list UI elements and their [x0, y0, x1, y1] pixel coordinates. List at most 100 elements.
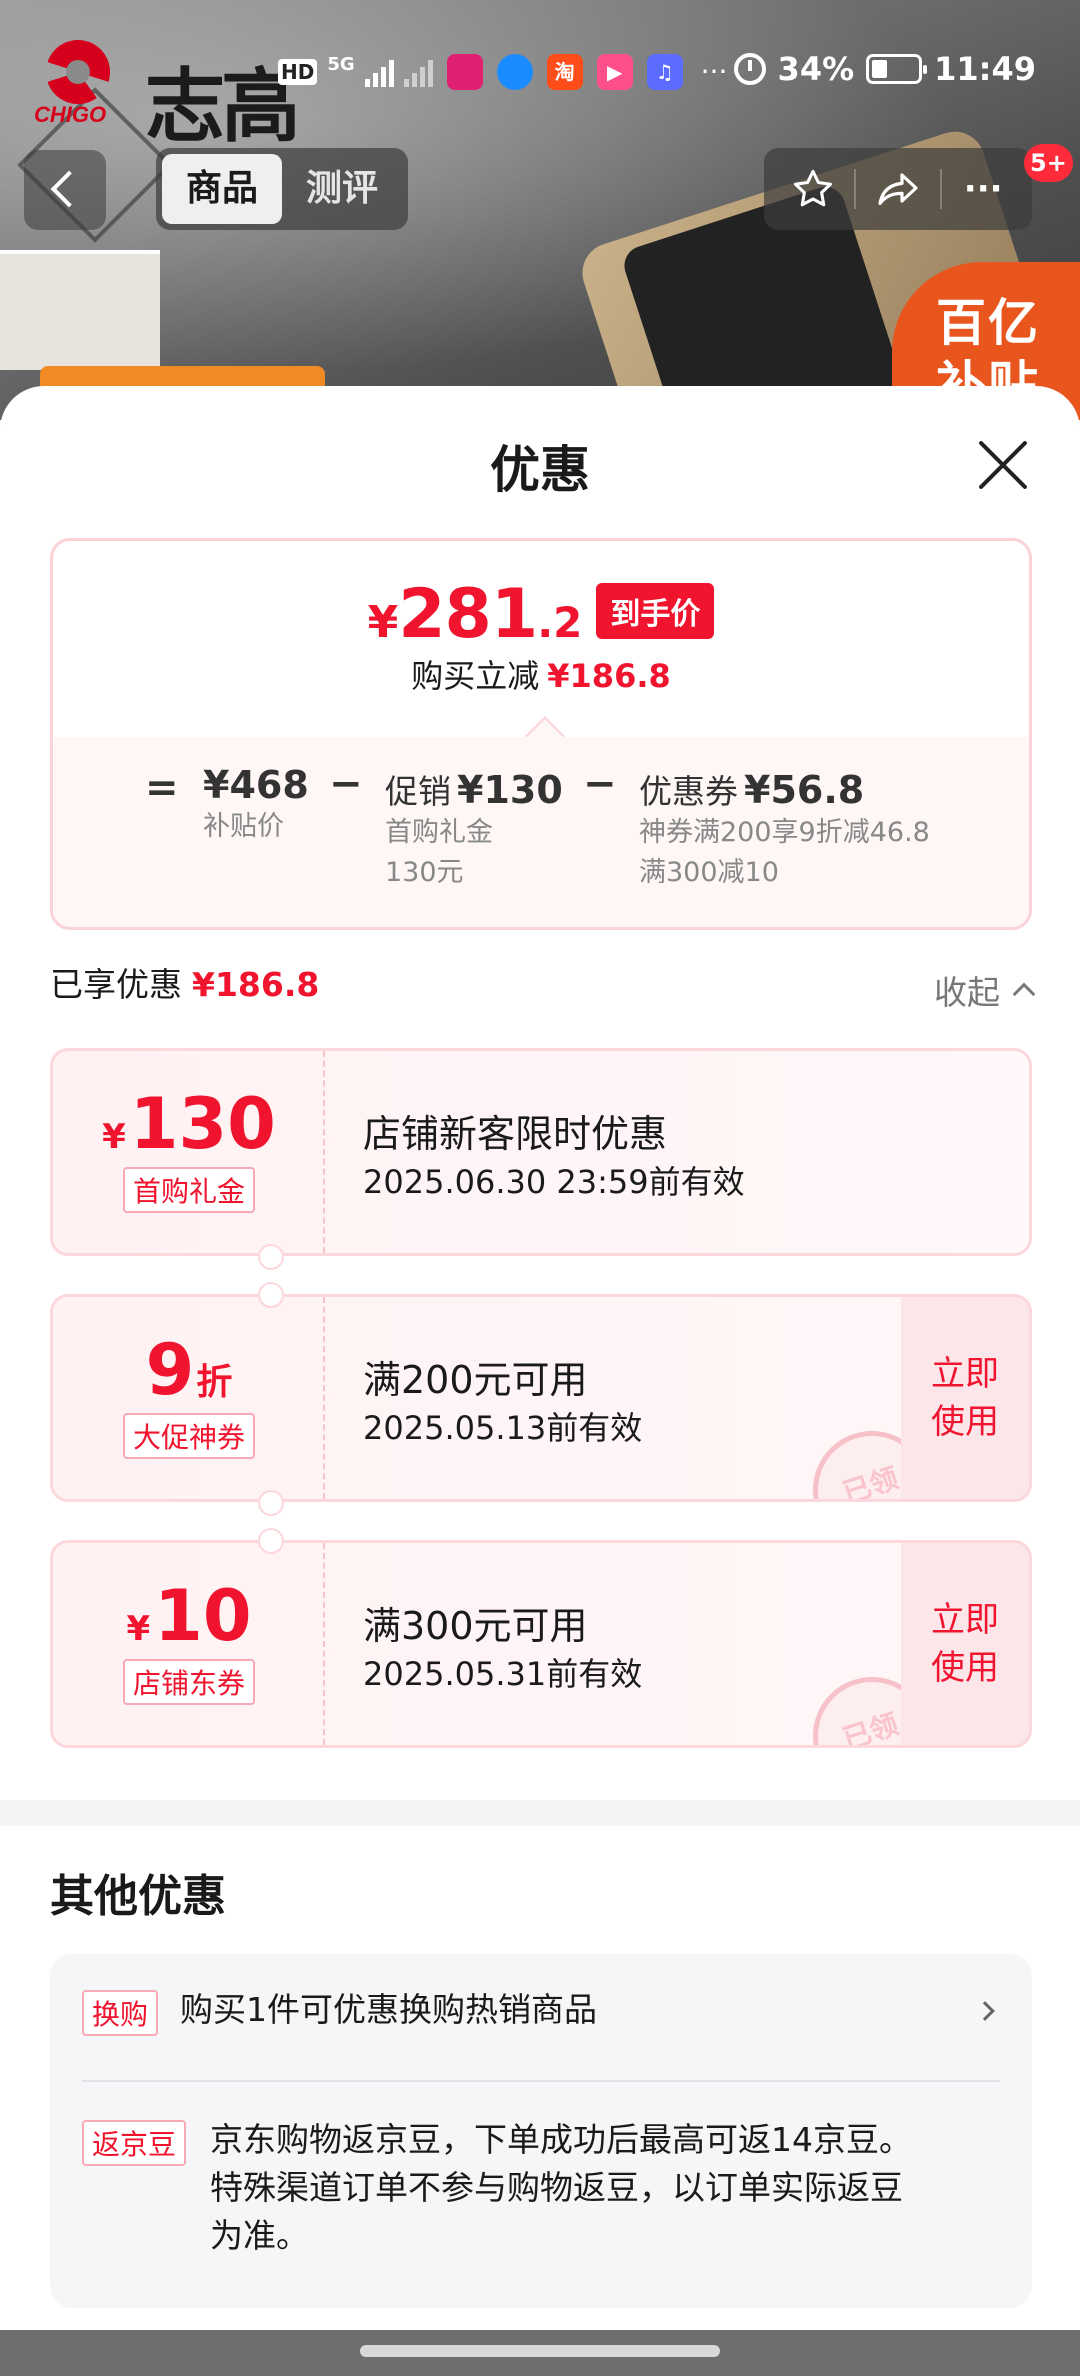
more-icon: ···: [963, 169, 1003, 209]
tab-product[interactable]: 商品: [162, 154, 282, 224]
decor-shelf: [0, 250, 160, 370]
share-button[interactable]: [870, 161, 926, 217]
promo-value: ¥130: [457, 768, 563, 812]
other-discounts-title: 其他优惠: [50, 1871, 226, 1922]
coupon-type: 店铺东券: [122, 1659, 255, 1705]
equals-sign: =: [145, 765, 179, 811]
coupon-expire: 2025.06.30 23:59前有效: [363, 1163, 745, 1201]
jingdou-text: 京东购物返京豆，下单成功后最高可返14京豆。特殊渠道订单不参与购物返豆，以订单实…: [210, 2120, 912, 2255]
final-price: ¥ 281 .2 到手价: [53, 575, 1029, 654]
chevron-up-icon: [1012, 982, 1036, 1006]
coupon-type: 大促神券: [122, 1413, 255, 1459]
collapse-button[interactable]: 收起: [934, 966, 1036, 1014]
coupon-divider: [323, 1297, 325, 1499]
final-price-decimal: .2: [537, 598, 583, 647]
trade-in-text: 购买1件可优惠换购热销商品: [180, 1990, 597, 2029]
battery-percent: 34%: [777, 50, 855, 88]
coupon-value-area: ¥ 130 首购礼金: [53, 1051, 325, 1253]
coupon-notch: [258, 1528, 284, 1554]
coupon-card: ¥ 130 首购礼金 店铺新客限时优惠 2025.06.30 23:59前有效: [50, 1048, 1032, 1256]
alarm-icon: [733, 53, 766, 85]
signal-icon: [364, 57, 394, 87]
battery-icon: [866, 54, 928, 84]
status-right: 34% 11:49: [733, 50, 1036, 88]
tmall-icon: [446, 54, 483, 90]
back-arrow-icon: [50, 170, 88, 208]
music-icon: ♫: [646, 54, 683, 90]
promo-label: 促销: [385, 772, 451, 811]
enjoyed-discount: 已享优惠 ¥186.8: [50, 958, 319, 1006]
taobao-icon: 淘: [546, 54, 583, 90]
base-price-label: 补贴价: [203, 811, 284, 842]
coupon-type: 首购礼金: [122, 1167, 255, 1213]
coupon-deduction: 优惠券 ¥56.8 神券满200享9折减46.8 满300减10: [639, 765, 930, 893]
coupon-notch: [258, 1282, 284, 1308]
nav-divider: [854, 169, 857, 209]
status-bar: HD 5G 淘 ▶ ♫ ··· 34% 11:49: [0, 46, 1080, 104]
more-button[interactable]: ···: [955, 161, 1011, 217]
coupon-expire: 2025.05.31前有效: [363, 1655, 643, 1693]
collapse-label: 收起: [934, 973, 1000, 1012]
signal-secondary-icon: [403, 57, 433, 87]
coupon-sub-1: 神券满200享9折减46.8: [639, 817, 930, 848]
coupon-card: 9 折 大促神券 满200元可用 2025.05.13前有效 已领 立即使用: [50, 1294, 1032, 1502]
promo-sub-1: 首购礼金: [385, 817, 493, 848]
promo-deduction: 促销 ¥130 首购礼金 130元: [385, 765, 563, 893]
coupon-amount: ¥ 10: [53, 1579, 325, 1653]
trade-in-tag: 换购: [82, 1990, 159, 2036]
section-gap: [0, 1800, 1080, 1826]
close-button[interactable]: [976, 438, 1030, 492]
sheet-title: 优惠: [490, 441, 590, 499]
instant-saving: 购买立减 ¥186.8: [53, 651, 1029, 697]
coupon-card: ¥ 10 店铺东券 满300元可用 2025.05.31前有效 已领 立即使用: [50, 1540, 1032, 1748]
coupon-title: 店铺新客限时优惠: [363, 1112, 668, 1156]
nav-divider: [939, 169, 942, 209]
back-button[interactable]: [24, 150, 106, 230]
share-icon: [878, 173, 918, 205]
favorite-button[interactable]: [785, 161, 841, 217]
more-notifications-icon: ···: [700, 55, 728, 88]
minus-sign: −: [329, 761, 363, 807]
coupon-sub-2: 满300减10: [639, 857, 779, 888]
base-price: ¥468 补贴价: [203, 763, 309, 847]
status-left: HD 5G 淘 ▶ ♫ ···: [278, 54, 727, 90]
coupon-amount: ¥ 130: [53, 1087, 325, 1161]
coupon-amount: 9 折: [53, 1333, 325, 1407]
coupon-notch: [258, 1244, 284, 1270]
coupon-expire: 2025.05.13前有效: [363, 1409, 643, 1447]
final-price-integer: 281: [398, 575, 538, 654]
coupon-deduction-line: 优惠券 ¥56.8: [639, 765, 930, 813]
final-price-tag: 到手价: [596, 582, 715, 639]
discount-sheet: 优惠 ¥ 281 .2 到手价 购买立减 ¥186.8 = ¥468 补贴价 − …: [0, 386, 1080, 2330]
nav-actions: ···: [764, 148, 1032, 230]
coupon-notch: [258, 1490, 284, 1516]
other-discounts-list: 换购 购买1件可优惠换购热销商品 返京豆 京东购物返京豆，下单成功后最高可返14…: [50, 1954, 1032, 2308]
coupon-title: 满300元可用: [363, 1604, 588, 1648]
coupon-value-area: 9 折 大促神券: [53, 1297, 325, 1499]
trade-in-row[interactable]: 换购 购买1件可优惠换购热销商品: [82, 1990, 1000, 2050]
instant-saving-label: 购买立减: [411, 657, 540, 695]
network-type: 5G: [327, 54, 355, 75]
base-price-value: ¥468: [203, 763, 309, 807]
use-now-button[interactable]: 立即使用: [901, 1543, 1029, 1745]
nav-tabs: 商品 测评: [156, 148, 408, 230]
coupon-currency: ¥: [126, 1609, 151, 1649]
coupon-divider: [323, 1543, 325, 1745]
price-breakdown-card: ¥ 281 .2 到手价 购买立减 ¥186.8 = ¥468 补贴价 − 促销 ¥…: [50, 538, 1032, 930]
coupon-divider: [323, 1051, 325, 1253]
tab-review[interactable]: 测评: [282, 154, 402, 224]
final-price-currency: ¥: [367, 597, 399, 648]
coupon-title: 满200元可用: [363, 1358, 588, 1402]
coupon-number: 9: [145, 1329, 195, 1411]
hd-indicator: HD: [278, 59, 318, 85]
jingdou-tag: 返京豆: [82, 2120, 187, 2166]
home-indicator[interactable]: [360, 2345, 720, 2357]
use-now-button[interactable]: 立即使用: [901, 1297, 1029, 1499]
coupon-label: 优惠券: [639, 772, 738, 811]
alipay-icon: [496, 54, 533, 90]
coupon-unit: 折: [196, 1362, 233, 1403]
instant-saving-amount: ¥186.8: [547, 657, 671, 695]
jingdou-row: 返京豆 京东购物返京豆，下单成功后最高可返14京豆。特殊渠道订单不参与购物返豆，…: [82, 2120, 1000, 2270]
list-divider: [82, 2080, 1000, 2082]
battery-level: [872, 60, 888, 78]
